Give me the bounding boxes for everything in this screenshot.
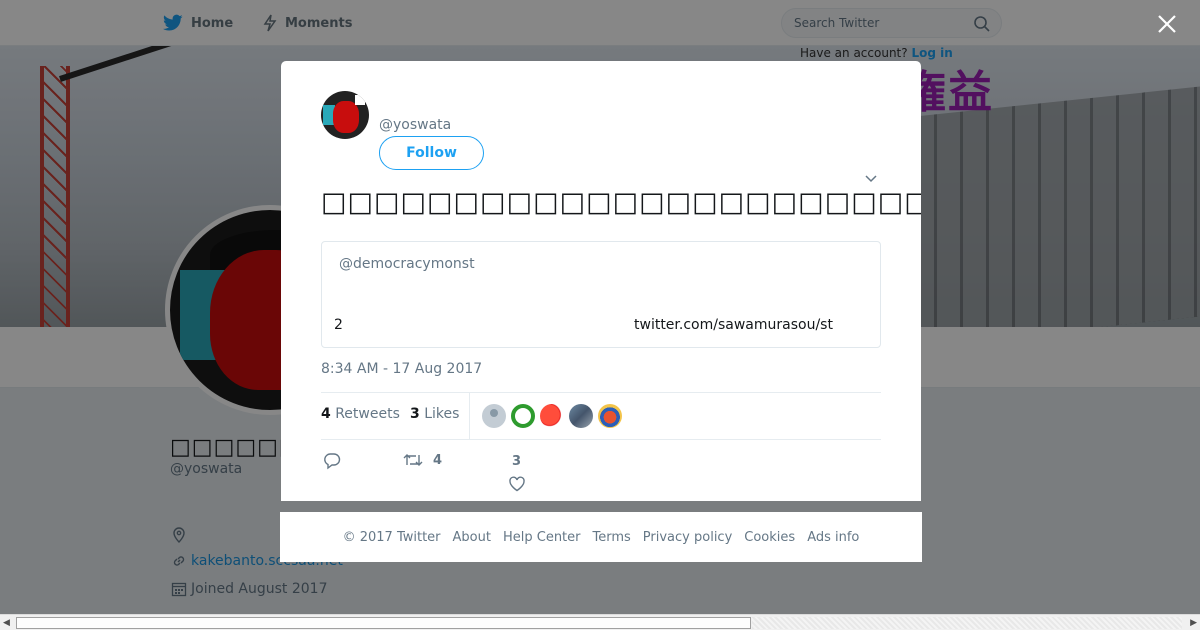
like-button[interactable] [508,476,526,492]
scroll-right-arrow-icon[interactable]: ▶ [1190,618,1197,628]
footer-link-about[interactable]: About [453,530,491,545]
like-action-count: 3 [512,454,522,469]
footer-link-privacy[interactable]: Privacy policy [643,530,732,545]
retweets-count: 4 [321,406,331,422]
follow-button[interactable]: Follow [379,136,484,170]
scrollbar-track[interactable] [752,617,1182,629]
likes-label: Likes [424,406,460,422]
close-icon[interactable] [1155,12,1179,36]
quoted-tweet-handle: @democracymonst [339,256,475,272]
reply-button[interactable] [323,452,341,470]
tweet-timestamp: 8:34 AM - 17 Aug 2017 [321,361,483,377]
heart-icon [509,476,525,492]
footer-link-ads-info[interactable]: Ads info [807,530,859,545]
footer-copyright: © 2017 Twitter [342,529,441,545]
liker-avatars [482,404,627,428]
likes-stat[interactable]: 3 Likes [410,406,459,422]
reply-icon [324,453,341,470]
retweets-label: Retweets [335,406,400,422]
footer-link-help-center[interactable]: Help Center [503,530,581,545]
stats-divider [469,393,470,439]
tweet-stats: 4 Retweets 3 Likes [321,392,881,440]
liker-avatar[interactable] [569,404,593,428]
liker-avatar[interactable] [540,404,564,428]
scroll-left-arrow-icon[interactable]: ◀ [3,618,10,628]
liker-avatar[interactable] [598,404,622,428]
retweets-stat[interactable]: 4 Retweets [321,406,400,422]
retweet-icon [403,454,423,466]
tweet-actions: 4 3 [321,451,881,501]
tweet-author-handle[interactable]: @yoswata [379,117,451,133]
quoted-tweet[interactable]: @democracymonst 2 twitter.com/sawamuraso… [321,241,881,348]
scrollbar-thumb[interactable] [16,617,751,629]
tweet-modal: @yoswata Follow □□□□□□□□□□□□□□□□□□□□□□□□… [281,61,921,501]
retweet-button[interactable]: 4 [403,452,442,468]
modal-footer: © 2017 Twitter About Help Center Terms P… [280,512,922,562]
tweet-text: □□□□□□□□□□□□□□□□□□□□□□□□□□□□□□□□□□□□□□□□… [321,187,921,218]
quoted-tweet-number: 2 [334,317,343,333]
horizontal-scrollbar[interactable]: ◀ ▶ [0,614,1200,630]
liker-avatar[interactable] [511,404,535,428]
footer-link-terms[interactable]: Terms [593,530,631,545]
quoted-tweet-link[interactable]: twitter.com/sawamurasou/st [634,317,833,333]
likes-count: 3 [410,406,420,422]
tweet-author-avatar[interactable] [321,91,369,139]
chevron-down-icon[interactable] [864,173,878,183]
footer-link-cookies[interactable]: Cookies [744,530,795,545]
liker-avatar[interactable] [482,404,506,428]
retweet-action-count: 4 [433,452,443,468]
